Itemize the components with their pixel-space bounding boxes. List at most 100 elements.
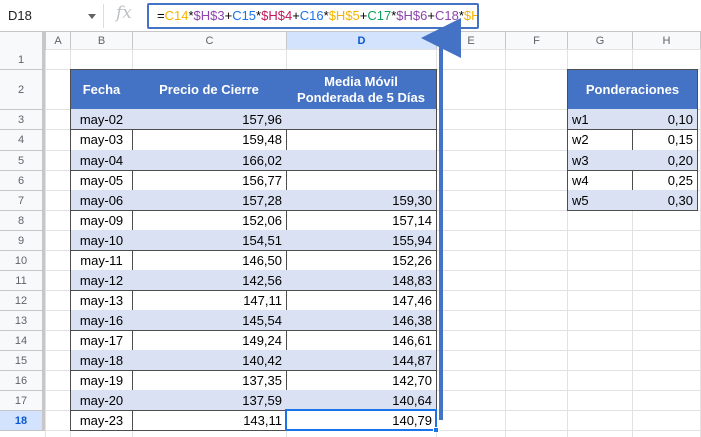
column-header[interactable]: G bbox=[568, 32, 633, 50]
table-cell[interactable] bbox=[286, 150, 437, 171]
table-cell[interactable]: 157,14 bbox=[286, 210, 437, 231]
table-cell[interactable]: 156,77 bbox=[132, 170, 287, 191]
chevron-down-icon[interactable] bbox=[88, 14, 96, 19]
row-header[interactable]: 7 bbox=[0, 191, 46, 211]
table-cell[interactable] bbox=[286, 129, 437, 151]
table-cell[interactable]: may-05 bbox=[70, 170, 133, 191]
row-header[interactable]: 8 bbox=[0, 211, 46, 231]
table-cell[interactable]: may-20 bbox=[70, 390, 133, 411]
select-all-corner[interactable] bbox=[0, 32, 46, 50]
weight-label-cell[interactable]: w1 bbox=[567, 109, 633, 130]
column-header[interactable]: F bbox=[506, 32, 568, 50]
table-cell[interactable]: may-12 bbox=[70, 270, 133, 291]
table-header-cell[interactable]: Fecha bbox=[70, 69, 133, 110]
table-cell[interactable]: 146,50 bbox=[132, 250, 287, 271]
formula-input[interactable]: =C14*$H$3+C15*$H$4+C16*$H$5+C17*$H$6+C18… bbox=[147, 3, 479, 29]
table-cell[interactable]: 149,24 bbox=[132, 330, 287, 351]
table-cell[interactable]: may-09 bbox=[70, 210, 133, 231]
row-header[interactable]: 14 bbox=[0, 331, 46, 351]
table-cell[interactable] bbox=[286, 170, 437, 191]
table-cell[interactable]: 159,48 bbox=[132, 129, 287, 151]
row-header[interactable]: 9 bbox=[0, 231, 46, 251]
column-header[interactable]: B bbox=[71, 32, 133, 50]
table-cell[interactable]: 137,59 bbox=[132, 390, 287, 411]
row-header[interactable]: 5 bbox=[0, 151, 46, 171]
weight-value-cell[interactable]: 0,25 bbox=[632, 170, 698, 191]
fx-icon: fx bbox=[116, 3, 132, 23]
table-cell[interactable]: 152,06 bbox=[132, 210, 287, 231]
weight-label-cell[interactable]: w4 bbox=[567, 170, 633, 191]
table-cell[interactable]: may-17 bbox=[70, 330, 133, 351]
sheet-grid[interactable]: Fecha Precio de Cierre Media Móvil Pondera… bbox=[45, 49, 701, 437]
table-cell[interactable]: 146,38 bbox=[286, 310, 437, 331]
column-header[interactable]: H bbox=[633, 32, 701, 50]
weight-label-cell[interactable]: w2 bbox=[567, 129, 633, 151]
table-cell[interactable]: 159,30 bbox=[286, 190, 437, 211]
table-cell[interactable]: 140,64 bbox=[286, 390, 437, 411]
formula-bar-area: D18 fx =C14*$H$3+C15*$H$4+C16*$H$5+C17*$… bbox=[0, 0, 701, 32]
row-header[interactable]: 1 bbox=[0, 50, 46, 70]
column-header[interactable]: A bbox=[46, 32, 71, 50]
table-cell[interactable]: may-16 bbox=[70, 310, 133, 331]
table-cell[interactable]: may-19 bbox=[70, 370, 133, 391]
table-cell[interactable]: 137,35 bbox=[132, 370, 287, 391]
weights-header-cell[interactable]: Ponderaciones bbox=[567, 69, 698, 110]
row-header[interactable]: 6 bbox=[0, 171, 46, 191]
table-cell[interactable]: 155,94 bbox=[286, 230, 437, 251]
table-cell[interactable]: 143,11 bbox=[132, 410, 287, 431]
weight-value-cell[interactable]: 0,30 bbox=[632, 190, 698, 211]
table-cell[interactable]: 140,42 bbox=[132, 350, 287, 371]
table-cell[interactable]: may-18 bbox=[70, 350, 133, 371]
table-cell[interactable]: 166,02 bbox=[132, 150, 287, 171]
table-cell[interactable]: 142,56 bbox=[132, 270, 287, 291]
row-header[interactable]: 4 bbox=[0, 130, 46, 151]
weight-label-cell[interactable]: w3 bbox=[567, 150, 633, 171]
table-cell[interactable]: 140,79 bbox=[286, 410, 437, 431]
grid-line bbox=[46, 49, 701, 50]
table-cell[interactable]: 144,87 bbox=[286, 350, 437, 371]
row-header[interactable]: 2 bbox=[0, 70, 46, 110]
table-cell[interactable]: 147,46 bbox=[286, 290, 437, 311]
row-header[interactable]: 3 bbox=[0, 110, 46, 130]
table-cell[interactable]: 142,70 bbox=[286, 370, 437, 391]
weight-value-cell[interactable]: 0,20 bbox=[632, 150, 698, 171]
table-cell[interactable]: 157,28 bbox=[132, 190, 287, 211]
table-header-cell[interactable]: Media Móvil Ponderada de 5 Días bbox=[286, 69, 437, 110]
column-header[interactable]: C bbox=[133, 32, 287, 50]
formula-token: C17 bbox=[367, 8, 392, 23]
formula-token: $H$3 bbox=[193, 8, 225, 23]
table-cell[interactable]: may-04 bbox=[70, 150, 133, 171]
table-cell[interactable]: may-03 bbox=[70, 129, 133, 151]
row-header[interactable]: 11 bbox=[0, 271, 46, 291]
formula-token: C15 bbox=[232, 8, 257, 23]
fill-handle[interactable] bbox=[433, 427, 439, 433]
table-cell[interactable]: may-13 bbox=[70, 290, 133, 311]
row-header[interactable]: 16 bbox=[0, 371, 46, 391]
table-cell[interactable]: may-06 bbox=[70, 190, 133, 211]
table-cell[interactable] bbox=[286, 109, 437, 130]
table-cell[interactable]: 145,54 bbox=[132, 310, 287, 331]
formula-token: C18 bbox=[434, 8, 459, 23]
table-cell[interactable]: 146,61 bbox=[286, 330, 437, 351]
weight-label-cell[interactable]: w5 bbox=[567, 190, 633, 211]
table-cell[interactable]: may-11 bbox=[70, 250, 133, 271]
row-header[interactable]: 17 bbox=[0, 391, 46, 411]
table-header-cell[interactable]: Precio de Cierre bbox=[132, 69, 287, 110]
row-header[interactable]: 18 bbox=[0, 411, 46, 431]
row-header[interactable]: 15 bbox=[0, 351, 46, 371]
table-cell[interactable]: 154,51 bbox=[132, 230, 287, 251]
weight-value-cell[interactable]: 0,10 bbox=[632, 109, 698, 130]
weight-value-cell[interactable]: 0,15 bbox=[632, 129, 698, 151]
table-cell[interactable]: may-23 bbox=[70, 410, 133, 431]
table-cell[interactable]: 157,96 bbox=[132, 109, 287, 130]
table-cell[interactable]: may-02 bbox=[70, 109, 133, 130]
table-cell[interactable]: 148,83 bbox=[286, 270, 437, 291]
row-header[interactable]: 13 bbox=[0, 311, 46, 331]
column-header[interactable]: D bbox=[287, 32, 437, 50]
table-cell[interactable]: may-10 bbox=[70, 230, 133, 251]
column-header[interactable]: E bbox=[437, 32, 506, 50]
table-cell[interactable]: 152,26 bbox=[286, 250, 437, 271]
row-header[interactable]: 10 bbox=[0, 251, 46, 271]
table-cell[interactable]: 147,11 bbox=[132, 290, 287, 311]
row-header[interactable]: 12 bbox=[0, 291, 46, 311]
